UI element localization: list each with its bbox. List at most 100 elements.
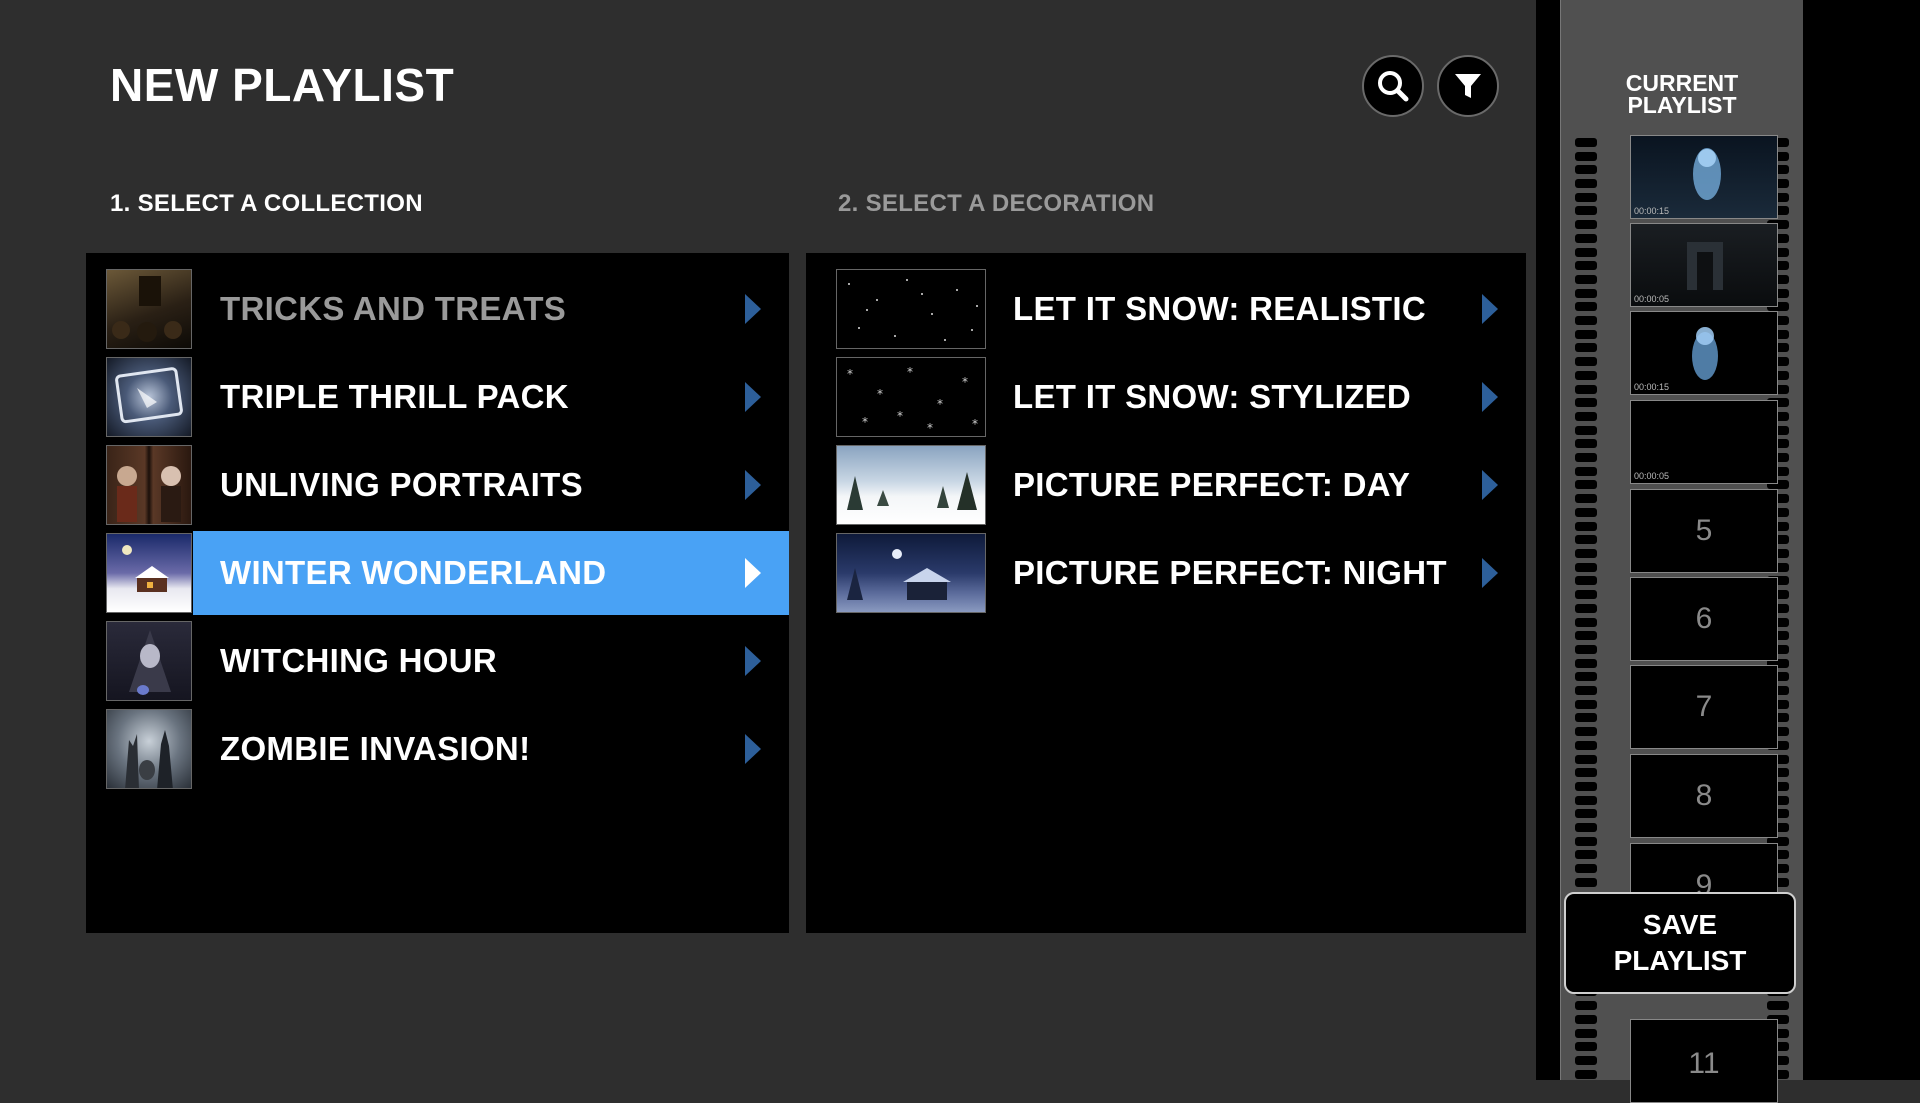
film-perforation <box>1575 782 1597 791</box>
collection-thumbnail <box>106 269 192 349</box>
film-perforation <box>1575 535 1597 544</box>
svg-text:*: * <box>972 417 978 431</box>
film-perforation <box>1575 850 1597 859</box>
collection-item[interactable]: WITCHING HOUR <box>86 619 789 703</box>
svg-text:*: * <box>862 415 868 429</box>
collection-section-label: 1. SELECT A COLLECTION <box>110 190 423 217</box>
film-perforation <box>1575 837 1597 846</box>
decoration-thumbnail: * * * * * * * * * <box>836 357 986 437</box>
filter-button[interactable] <box>1437 55 1499 117</box>
collection-label: WINTER WONDERLAND <box>220 554 607 591</box>
film-perforation <box>1575 1070 1597 1079</box>
current-playlist-title-line2: PLAYLIST <box>1627 92 1737 118</box>
film-perforation <box>1575 234 1597 243</box>
film-perforation <box>1575 563 1597 572</box>
film-perforation <box>1575 453 1597 462</box>
decoration-label: PICTURE PERFECT: NIGHT <box>1013 554 1447 591</box>
save-button-line2: PLAYLIST <box>1613 945 1747 976</box>
playlist-frame-3[interactable]: 00:00:15 <box>1630 311 1778 395</box>
frame-number: 11 <box>1688 1047 1720 1080</box>
film-perforation <box>1575 576 1597 585</box>
film-perforation <box>1575 768 1597 777</box>
film-perforation <box>1575 138 1597 147</box>
svg-text:*: * <box>847 367 853 381</box>
film-perforation <box>1575 426 1597 435</box>
film-perforation <box>1575 686 1597 695</box>
playlist-frame-1[interactable]: 00:00:15 <box>1630 135 1778 219</box>
film-perforation <box>1575 439 1597 448</box>
film-perforation <box>1575 261 1597 270</box>
film-perforation <box>1575 864 1597 873</box>
film-perforation <box>1575 631 1597 640</box>
collection-thumbnail <box>106 709 192 789</box>
film-perforation <box>1575 878 1597 887</box>
svg-text:*: * <box>897 409 903 423</box>
film-perforation <box>1575 508 1597 517</box>
collection-item[interactable]: TRIPLE THRILL PACK <box>86 355 789 439</box>
frame-duration: 00:00:15 <box>1634 206 1670 216</box>
film-perforation <box>1575 672 1597 681</box>
frame-number: 7 <box>1695 690 1713 723</box>
film-perforation <box>1575 206 1597 215</box>
decoration-item[interactable]: PICTURE PERFECT: NIGHT <box>806 531 1526 615</box>
film-perforation <box>1575 385 1597 394</box>
chevron-right-icon <box>745 382 761 412</box>
collection-thumbnail <box>106 621 192 701</box>
decoration-item[interactable]: LET IT SNOW: REALISTIC <box>806 267 1526 351</box>
playlist-frame-7[interactable]: 7 <box>1630 665 1778 749</box>
film-perforation <box>1575 741 1597 750</box>
collection-label: WITCHING HOUR <box>220 642 498 679</box>
film-perforation <box>1575 343 1597 352</box>
current-playlist-sidebar: CURRENT PLAYLIST 00:00:15 00:00:05 00:00… <box>1536 0 1920 1103</box>
film-perforation <box>1575 165 1597 174</box>
collection-item-selected[interactable]: WINTER WONDERLAND <box>86 531 789 615</box>
svg-text:*: * <box>927 421 933 435</box>
playlist-frame-6[interactable]: 6 <box>1630 577 1778 661</box>
playlist-frame-5[interactable]: 5 <box>1630 489 1778 573</box>
frame-duration: 00:00:05 <box>1634 294 1670 304</box>
svg-text:*: * <box>962 375 968 389</box>
collection-item[interactable]: TRICKS AND TREATS <box>86 267 789 351</box>
chevron-right-icon <box>745 470 761 500</box>
save-playlist-button[interactable]: SAVE PLAYLIST <box>1564 892 1796 994</box>
collection-item[interactable]: ZOMBIE INVASION! <box>86 707 789 791</box>
decoration-item[interactable]: * * * * * * * * * LET IT SNOW: STYLIZED <box>806 355 1526 439</box>
filter-icon <box>1455 74 1481 98</box>
chevron-right-icon <box>1482 382 1498 412</box>
film-perforation <box>1575 467 1597 476</box>
film-perforation <box>1575 357 1597 366</box>
film-perforation <box>1575 1015 1597 1024</box>
decoration-label: LET IT SNOW: REALISTIC <box>1013 290 1426 327</box>
collection-thumbnail <box>106 533 192 613</box>
film-perforation <box>1575 590 1597 599</box>
decoration-section-label: 2. SELECT A DECORATION <box>838 190 1155 217</box>
film-perforation <box>1575 302 1597 311</box>
svg-text:*: * <box>907 365 913 379</box>
collection-label: UNLIVING PORTRAITS <box>220 466 583 503</box>
page-title: NEW PLAYLIST <box>110 59 455 111</box>
frame-number: 8 <box>1695 779 1713 812</box>
playlist-frame-2[interactable]: 00:00:05 <box>1630 223 1778 307</box>
playlist-frame-4[interactable]: 00:00:05 <box>1630 400 1778 484</box>
film-perforation <box>1575 316 1597 325</box>
chevron-right-icon <box>745 558 761 588</box>
film-perforation <box>1575 700 1597 709</box>
svg-text:*: * <box>937 397 943 411</box>
film-perforation <box>1575 823 1597 832</box>
film-perforation <box>1575 1042 1597 1051</box>
film-perforation <box>1575 604 1597 613</box>
collection-item[interactable]: UNLIVING PORTRAITS <box>86 443 789 527</box>
film-perforation <box>1575 289 1597 298</box>
search-icon <box>1378 71 1409 102</box>
playlist-frame-8[interactable]: 8 <box>1630 754 1778 838</box>
frame-duration: 00:00:15 <box>1634 382 1670 392</box>
current-playlist-title: CURRENT PLAYLIST <box>1561 72 1803 118</box>
decoration-list: LET IT SNOW: REALISTIC * * * * * * * * * LET IT … <box>806 253 1526 933</box>
chevron-right-icon <box>745 646 761 676</box>
decoration-item[interactable]: PICTURE PERFECT: DAY <box>806 443 1526 527</box>
decoration-label: LET IT SNOW: STYLIZED <box>1013 378 1412 415</box>
search-button[interactable] <box>1362 55 1424 117</box>
playlist-frame-11[interactable]: 11 <box>1630 1019 1778 1103</box>
film-perforation <box>1575 371 1597 380</box>
decoration-thumbnail <box>836 445 986 525</box>
